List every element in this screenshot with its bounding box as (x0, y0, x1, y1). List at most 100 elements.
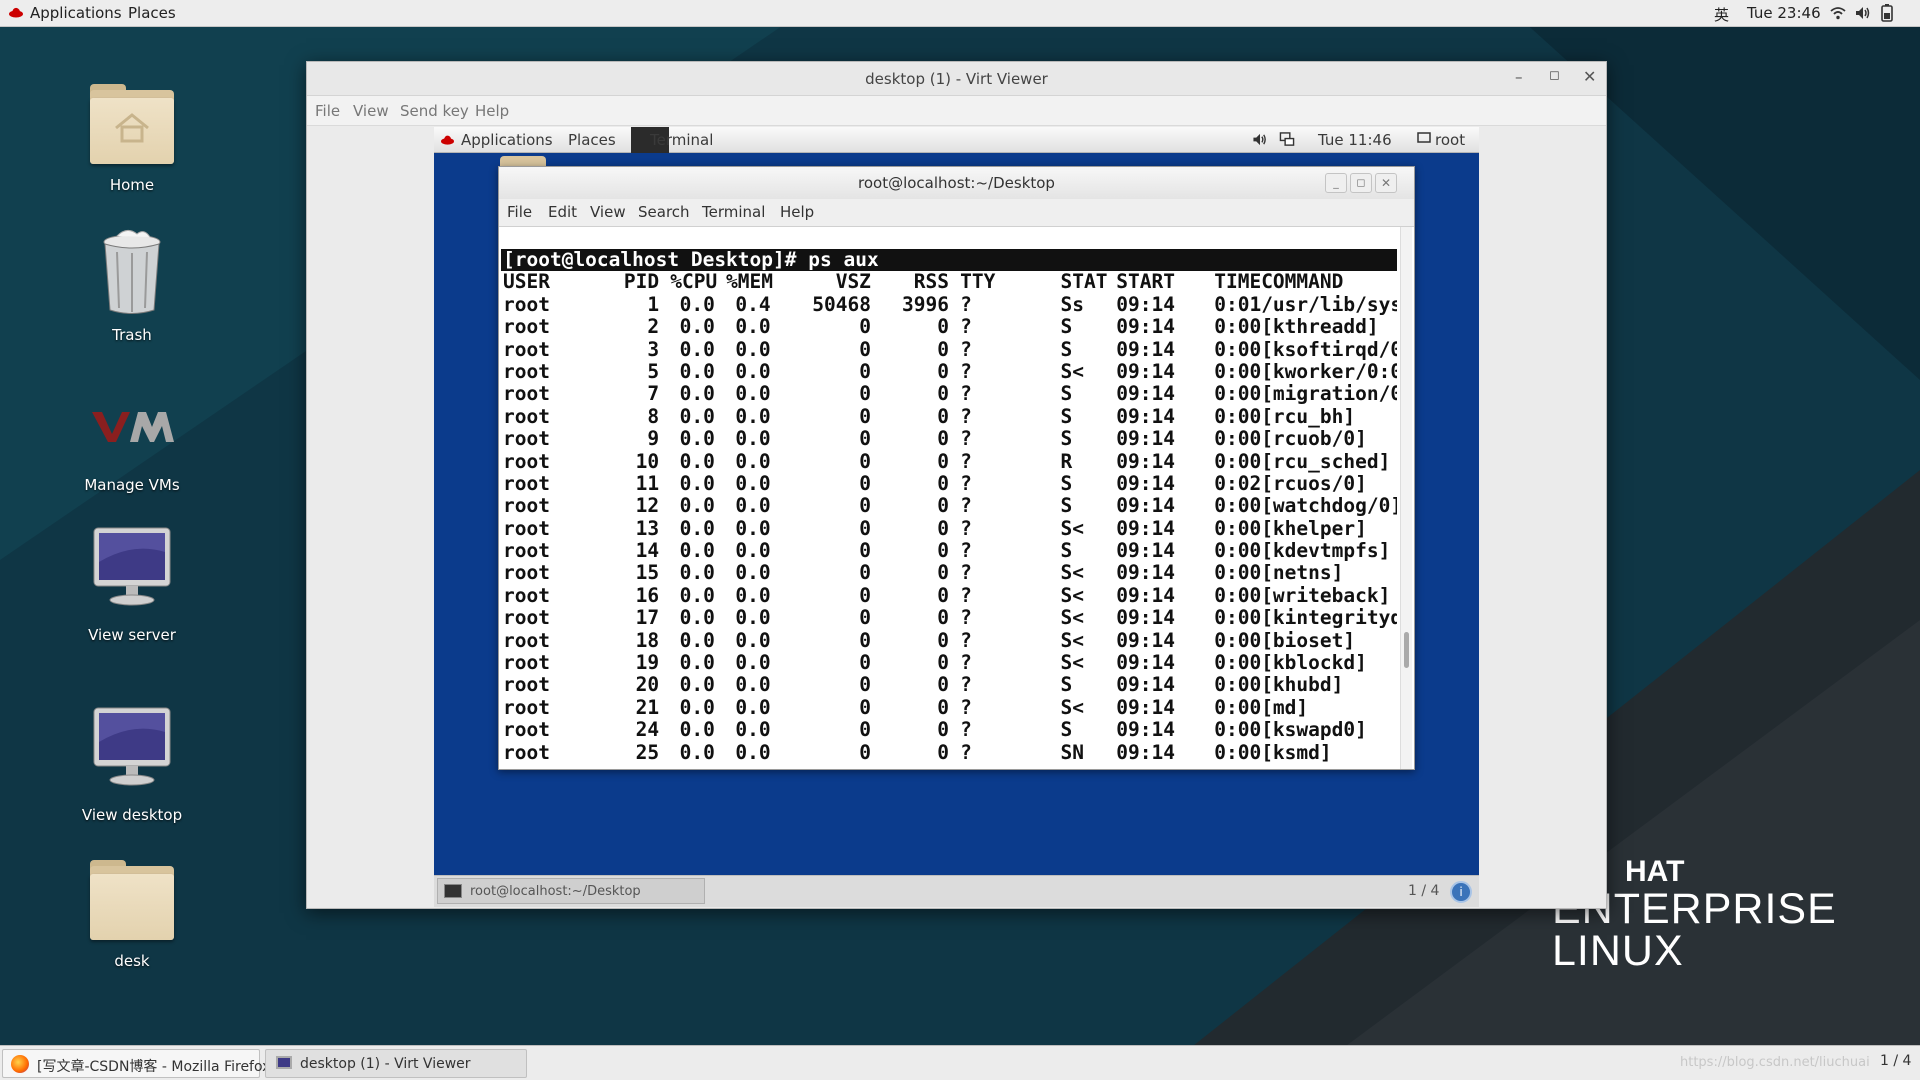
cell-time: 0:00 (1214, 404, 1262, 428)
cell-pid: 1 (647, 292, 660, 316)
cell-pid: 21 (635, 695, 660, 719)
menu-send-key[interactable]: Send key (400, 102, 469, 120)
input-method-indicator[interactable]: 英 (1714, 4, 1729, 25)
terminal-scrollbar[interactable] (1400, 227, 1412, 769)
cell-start: 09:14 (1116, 583, 1175, 607)
cell-time: 0:00 (1214, 315, 1262, 339)
terminal-minimize-button[interactable]: _ (1325, 173, 1347, 193)
guest-display[interactable]: Applications Places Terminal Tue 11:46 r… (434, 127, 1479, 907)
wifi-icon[interactable] (1830, 5, 1846, 25)
menu-help[interactable]: Help (475, 102, 509, 120)
desktop-icon-desk[interactable]: desk (62, 848, 202, 970)
cell-stat: S (1060, 382, 1073, 406)
desktop-icon-view-server[interactable]: View server (62, 522, 202, 644)
guest-terminal-task[interactable]: Terminal (650, 131, 713, 149)
desktop-icon-manage-vms[interactable]: Manage VMs (62, 372, 202, 494)
cell-command: [kintegrityd] (1261, 606, 1397, 630)
workspace-indicator[interactable]: 1 / 4 (1408, 883, 1439, 899)
terminal-menu-file[interactable]: File (507, 203, 532, 221)
menu-file[interactable]: File (315, 102, 340, 120)
cell-stat: S (1060, 673, 1073, 697)
cell-cpu: 0.0 (679, 516, 715, 540)
cell-start: 09:14 (1116, 718, 1175, 742)
taskbar-virt-viewer[interactable]: desktop (1) - Virt Viewer (265, 1049, 527, 1078)
desktop-icon-view-desktop[interactable]: View desktop (62, 702, 202, 824)
cell-start: 09:14 (1116, 539, 1175, 563)
cell-time: 0:00 (1214, 539, 1262, 563)
terminal-maximize-button[interactable]: ◻ (1350, 173, 1372, 193)
cell-mem: 0.0 (735, 449, 771, 473)
battery-icon[interactable] (1881, 4, 1893, 26)
terminal-menu-search[interactable]: Search (638, 203, 690, 221)
terminal-titlebar[interactable]: root@localhost:~/Desktop _ ◻ ✕ (499, 167, 1414, 199)
terminal-menu-edit[interactable]: Edit (548, 203, 577, 221)
host-applications-menu[interactable]: Applications (30, 4, 122, 22)
host-clock[interactable]: Tue 23:46 (1747, 4, 1821, 22)
desktop-icon-label: Home (109, 176, 155, 194)
cell-tty: ? (960, 628, 972, 652)
cell-time: 0:00 (1214, 606, 1262, 630)
cell-pid: 20 (635, 673, 660, 697)
cell-user: root (503, 315, 550, 339)
cell-pid: 13 (635, 516, 660, 540)
cell-command: [rcuos/0] (1261, 471, 1367, 495)
guest-places-menu[interactable]: Places (568, 131, 616, 149)
minimize-button[interactable]: – (1515, 68, 1523, 86)
taskbar-firefox[interactable]: [写文章-CSDN博客 - Mozilla Firefox] (2, 1049, 276, 1078)
guest-user-menu[interactable]: root (1435, 131, 1465, 149)
volume-icon[interactable] (1855, 5, 1871, 25)
table-row: root 8 0.0 0.0 0 0? S 09:14 0:00 [rcu_bh] (503, 404, 1397, 428)
cell-user: root (503, 651, 550, 675)
guest-clock[interactable]: Tue 11:46 (1318, 131, 1392, 149)
cell-tty: ? (960, 494, 972, 518)
table-row: root 9 0.0 0.0 0 0? S 09:14 0:00 [rcuob/0] (503, 427, 1397, 450)
desktop-icon-trash[interactable]: Trash (62, 222, 202, 344)
cell-start: 09:14 (1116, 673, 1175, 697)
cell-vsz: 0 (859, 449, 871, 473)
cell-start: 09:14 (1116, 404, 1175, 428)
cell-rss: 0 (937, 382, 949, 406)
close-button[interactable]: ✕ (1583, 67, 1596, 86)
cell-cpu: 0.0 (679, 539, 715, 563)
cell-tty: ? (960, 606, 972, 630)
column-header-stat: STAT (1060, 270, 1108, 294)
table-row: root 25 0.0 0.0 0 0? SN 09:14 0:00 [ksmd] (503, 741, 1397, 764)
virt-viewer-titlebar[interactable]: desktop (1) - Virt Viewer – ◻ ✕ (307, 62, 1606, 96)
notification-icon[interactable]: i (1450, 881, 1472, 903)
column-header-time: TIME (1214, 270, 1262, 294)
cell-cpu: 0.0 (679, 583, 715, 607)
terminal-window[interactable]: root@localhost:~/Desktop _ ◻ ✕ File Edit… (498, 166, 1415, 770)
terminal-close-button[interactable]: ✕ (1375, 173, 1397, 193)
cell-user: root (503, 539, 550, 563)
cell-pid: 10 (635, 449, 660, 473)
terminal-menu-terminal[interactable]: Terminal (702, 203, 765, 221)
guest-taskbar-button[interactable]: root@localhost:~/Desktop (437, 878, 705, 904)
maximize-button[interactable]: ◻ (1549, 68, 1560, 83)
cell-time: 0:00 (1214, 651, 1262, 675)
cell-time: 0:01 (1214, 292, 1262, 316)
cell-time: 0:00 (1214, 673, 1262, 697)
desktop-icon-home[interactable]: Home (62, 72, 202, 194)
host-places-menu[interactable]: Places (128, 4, 176, 22)
cell-time: 0:00 (1214, 449, 1262, 473)
virt-viewer-window[interactable]: desktop (1) - Virt Viewer – ◻ ✕ File Vie… (306, 61, 1607, 909)
cell-command: [netns] (1261, 561, 1344, 585)
scrollbar-thumb[interactable] (1404, 632, 1409, 668)
volume-icon[interactable] (1252, 132, 1268, 151)
terminal-menu-help[interactable]: Help (780, 203, 814, 221)
cell-tty: ? (960, 695, 972, 719)
cell-cpu: 0.0 (679, 561, 715, 585)
cell-time: 0:02 (1214, 471, 1262, 495)
guest-applications-menu[interactable]: Applications (461, 131, 553, 149)
terminal-menu-view[interactable]: View (590, 203, 626, 221)
terminal-output[interactable]: [root@localhost Desktop]# ps aux USER PID… (501, 227, 1397, 769)
user-icon[interactable] (1417, 131, 1431, 149)
cell-pid: 16 (635, 583, 660, 607)
host-workspace-indicator[interactable]: 1 / 4 (1880, 1053, 1911, 1069)
cell-command: [ksoftirqd/0] (1261, 337, 1397, 361)
taskbar-firefox-label: [写文章-CSDN博客 - Mozilla Firefox] (37, 1059, 276, 1075)
menu-view[interactable]: View (353, 102, 389, 120)
cell-mem: 0.0 (735, 718, 771, 742)
cell-stat: S< (1060, 583, 1084, 607)
network-icon[interactable] (1279, 132, 1295, 151)
